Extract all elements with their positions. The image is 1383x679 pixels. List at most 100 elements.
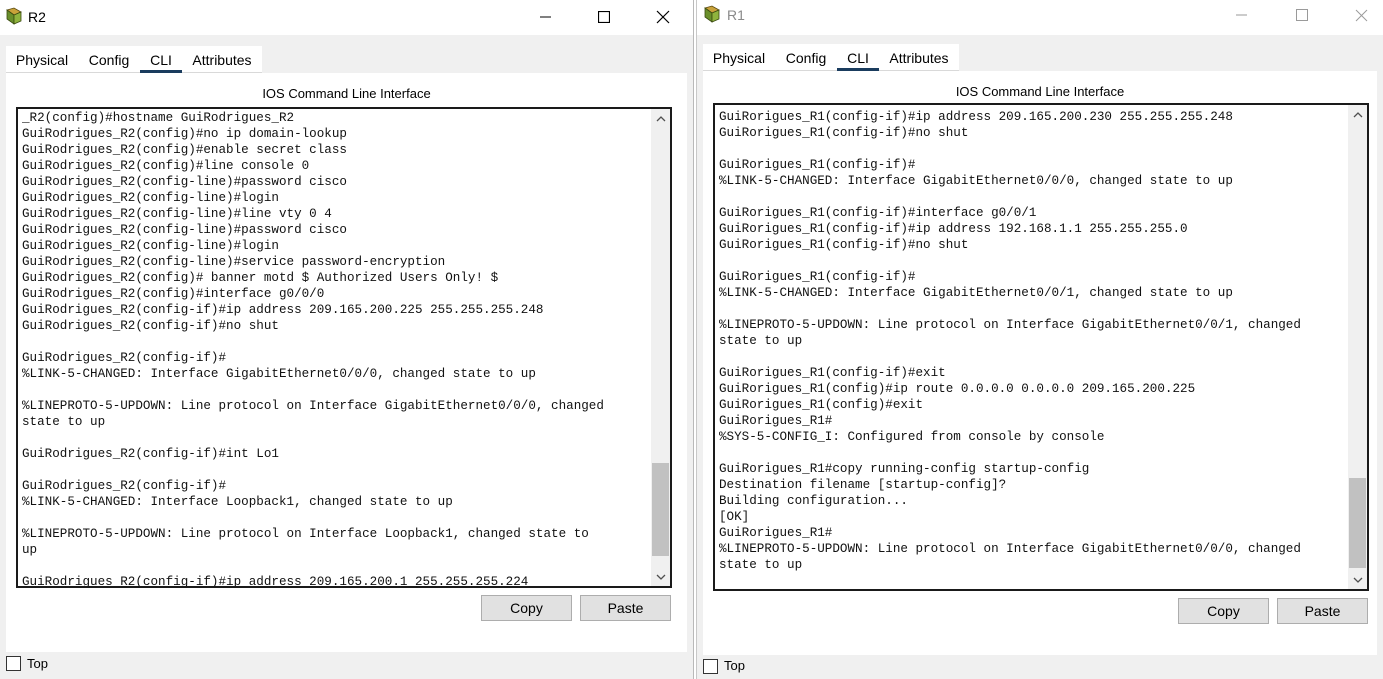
paste-button[interactable]: Paste bbox=[1277, 598, 1368, 624]
terminal-line: _R2(config)#hostname GuiRodrigues_R2 bbox=[22, 111, 295, 125]
chevron-up-icon bbox=[1353, 111, 1362, 117]
chevron-down-icon bbox=[656, 574, 665, 580]
terminal-line: %SYS-5-CONFIG_I: Configured from console… bbox=[719, 430, 1105, 444]
router-window-r1: R1 Physical Config CLI Attributes IOS Co… bbox=[696, 0, 1383, 679]
terminal-output[interactable]: _R2(config)#hostname GuiRodrigues_R2 GuiR… bbox=[16, 107, 672, 588]
tab-config[interactable]: Config bbox=[78, 46, 140, 73]
terminal-line: GuiRorigues_R1(config-if)#no shut bbox=[719, 126, 969, 140]
close-button[interactable] bbox=[640, 0, 686, 34]
terminal-line: [OK] bbox=[719, 510, 750, 524]
terminal-line: GuiRorigues_R1(config)#ip route 0.0.0.0 … bbox=[719, 382, 1196, 396]
terminal-line: %LINEPROTO-5-UPDOWN: Line protocol on In… bbox=[22, 527, 589, 541]
terminal-line: Building configuration... bbox=[719, 494, 908, 508]
cli-panel: IOS Command Line Interface _R2(config)#h… bbox=[6, 73, 687, 652]
copy-button[interactable]: Copy bbox=[1178, 598, 1269, 624]
terminal-line: GuiRodrigues_R2(config)#interface g0/0/0 bbox=[22, 287, 325, 301]
close-icon bbox=[656, 10, 670, 24]
paste-button[interactable]: Paste bbox=[580, 595, 671, 621]
scroll-thumb[interactable] bbox=[652, 463, 669, 556]
scroll-down-button[interactable] bbox=[1348, 571, 1367, 588]
router-app-icon bbox=[6, 7, 22, 25]
terminal-line: %LINK-5-CHANGED: Interface GigabitEthern… bbox=[719, 286, 1233, 300]
terminal-line: GuiRorigues_R1(config-if)#interface g0/0… bbox=[719, 206, 1037, 220]
scroll-up-button[interactable] bbox=[651, 110, 670, 127]
top-checkbox-label: Top bbox=[27, 656, 48, 671]
terminal-line: %LINK-5-CHANGED: Interface Loopback1, ch… bbox=[22, 495, 453, 509]
terminal-line: GuiRodrigues_R2(config-line)#login bbox=[22, 239, 279, 253]
router-window-r2: R2 Physical Config CLI Attributes IOS Co… bbox=[0, 0, 694, 679]
scroll-thumb[interactable] bbox=[1349, 478, 1366, 568]
tab-physical[interactable]: Physical bbox=[6, 46, 78, 73]
window-footer: Top bbox=[0, 652, 693, 679]
terminal-line: %LINEPROTO-5-UPDOWN: Line protocol on In… bbox=[719, 318, 1301, 332]
minimize-icon bbox=[540, 16, 551, 18]
maximize-button[interactable] bbox=[1279, 0, 1325, 30]
top-checkbox-label: Top bbox=[724, 658, 745, 673]
top-checkbox[interactable] bbox=[6, 656, 21, 671]
tab-cli[interactable]: CLI bbox=[140, 46, 182, 73]
tab-bar: Physical Config CLI Attributes bbox=[703, 44, 959, 71]
terminal-line: GuiRodrigues_R2(config)#line console 0 bbox=[22, 159, 310, 173]
terminal-line: GuiRorigues_R1(config-if)#exit bbox=[719, 366, 946, 380]
scroll-up-button[interactable] bbox=[1348, 106, 1367, 123]
cli-panel: IOS Command Line Interface GuiRorigues_R… bbox=[703, 71, 1377, 655]
minimize-button[interactable] bbox=[523, 0, 569, 34]
terminal-line: GuiRodrigues_R2(config-if)#ip address 20… bbox=[22, 303, 544, 317]
close-button[interactable] bbox=[1338, 0, 1383, 30]
terminal-line: GuiRodrigues_R2(config-if)#ip address 20… bbox=[22, 575, 529, 588]
terminal-line: GuiRorigues_R1(config-if)#no shut bbox=[719, 238, 969, 252]
terminal-line: GuiRodrigues_R2(config-line)#password ci… bbox=[22, 223, 347, 237]
tab-bar: Physical Config CLI Attributes bbox=[6, 46, 262, 73]
terminal-line: GuiRodrigues_R2(config-if)#int Lo1 bbox=[22, 447, 279, 461]
window-title: R2 bbox=[28, 9, 46, 25]
terminal-scrollbar[interactable] bbox=[651, 109, 670, 586]
tab-cli[interactable]: CLI bbox=[837, 44, 879, 71]
terminal-line: GuiRodrigues_R2(config-if)# bbox=[22, 479, 227, 493]
tab-attributes[interactable]: Attributes bbox=[879, 44, 959, 71]
terminal-line: GuiRorigues_R1(config-if)# bbox=[719, 270, 916, 284]
minimize-button[interactable] bbox=[1219, 0, 1265, 30]
terminal-line: %LINEPROTO-5-UPDOWN: Line protocol on In… bbox=[719, 542, 1301, 556]
window-footer: Top bbox=[697, 655, 1383, 679]
top-checkbox[interactable] bbox=[703, 659, 718, 674]
terminal-line: GuiRodrigues_R2(config-line)#service pas… bbox=[22, 255, 446, 269]
terminal-line: up bbox=[22, 543, 38, 557]
tab-attributes[interactable]: Attributes bbox=[182, 46, 262, 73]
terminal-line: GuiRorigues_R1# bbox=[719, 414, 833, 428]
maximize-icon bbox=[1296, 9, 1308, 21]
copy-button[interactable]: Copy bbox=[481, 595, 572, 621]
terminal-scrollbar[interactable] bbox=[1348, 105, 1367, 589]
title-bar[interactable]: R2 bbox=[0, 0, 693, 35]
terminal-line: GuiRodrigues_R2(config-line)#login bbox=[22, 191, 279, 205]
terminal-line: GuiRodrigues_R2(config-if)#no shut bbox=[22, 319, 279, 333]
terminal-line: state to up bbox=[22, 415, 106, 429]
terminal-line: GuiRodrigues_R2(config)#no ip domain-loo… bbox=[22, 127, 347, 141]
terminal-lines: GuiRorigues_R1(config-if)#ip address 209… bbox=[719, 109, 1345, 573]
maximize-button[interactable] bbox=[581, 0, 627, 34]
terminal-line: GuiRodrigues_R2(config-line)#line vty 0 … bbox=[22, 207, 332, 221]
close-icon bbox=[1355, 9, 1367, 21]
window-title: R1 bbox=[727, 7, 745, 23]
terminal-output[interactable]: GuiRorigues_R1(config-if)#ip address 209… bbox=[713, 103, 1369, 591]
tab-config[interactable]: Config bbox=[775, 44, 837, 71]
terminal-line: GuiRorigues_R1(config)#exit bbox=[719, 398, 924, 412]
chevron-down-icon bbox=[1353, 577, 1362, 583]
title-bar[interactable]: R1 bbox=[697, 0, 1383, 35]
terminal-line: GuiRodrigues_R2(config-line)#password ci… bbox=[22, 175, 347, 189]
tab-physical[interactable]: Physical bbox=[703, 44, 775, 71]
terminal-line: GuiRodrigues_R2(config-if)# bbox=[22, 351, 227, 365]
terminal-line: Destination filename [startup-config]? bbox=[719, 478, 1007, 492]
scroll-down-button[interactable] bbox=[651, 568, 670, 585]
terminal-line: %LINEPROTO-5-UPDOWN: Line protocol on In… bbox=[22, 399, 604, 413]
terminal-line: GuiRorigues_R1#copy running-config start… bbox=[719, 462, 1090, 476]
terminal-line: GuiRorigues_R1(config-if)# bbox=[719, 158, 916, 172]
chevron-up-icon bbox=[656, 115, 665, 121]
cli-heading: IOS Command Line Interface bbox=[262, 86, 431, 101]
